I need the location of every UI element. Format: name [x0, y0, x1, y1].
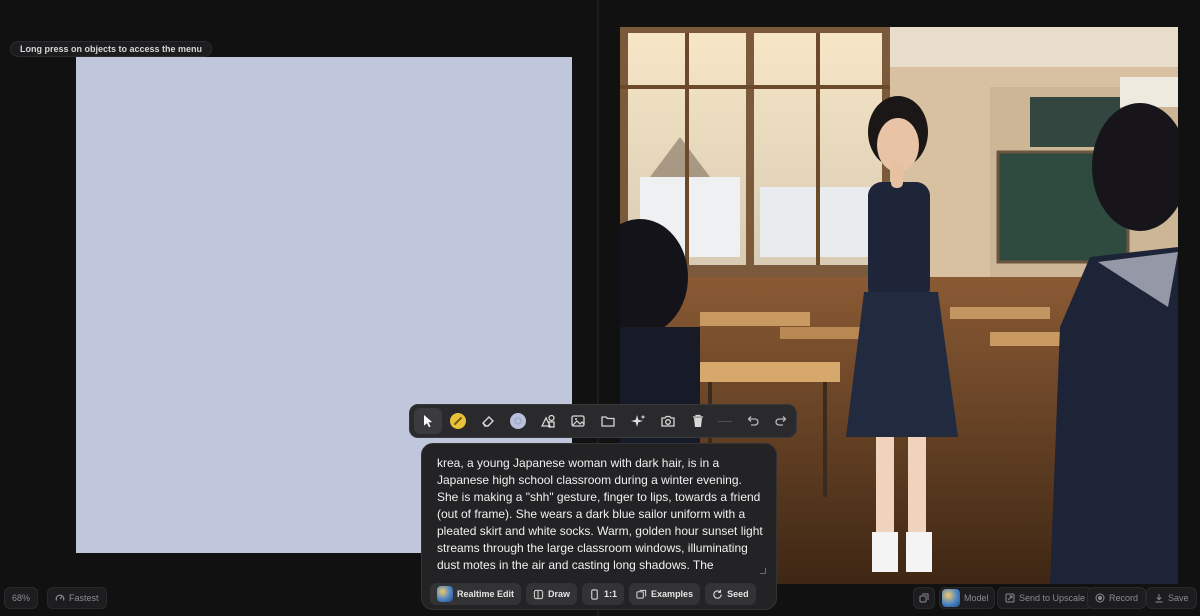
save-button[interactable]: Save	[1146, 587, 1197, 609]
realtime-edit-label: Realtime Edit	[457, 589, 515, 599]
shapes-icon	[540, 414, 555, 428]
record-button[interactable]: Record	[1087, 587, 1147, 609]
eraser-tool-button[interactable]	[474, 408, 502, 434]
prompt-panel: krea, a young Japanese woman with dark h…	[421, 443, 777, 610]
aspect-ratio-button[interactable]: 1:1	[582, 583, 625, 605]
redo-icon	[775, 416, 787, 426]
undo-button[interactable]	[738, 408, 766, 434]
upscale-icon	[1005, 593, 1015, 603]
canvas-toolbar	[409, 404, 797, 438]
draw-icon	[533, 589, 544, 599]
model-label: Model	[964, 593, 989, 603]
realtime-edit-button[interactable]: Realtime Edit	[430, 583, 522, 605]
speed-mode-button[interactable]: Fastest	[47, 587, 107, 609]
examples-label: Examples	[651, 589, 694, 599]
undo-icon	[747, 416, 759, 426]
camera-icon	[661, 415, 675, 427]
draw-label: Draw	[548, 589, 571, 599]
open-folder-button[interactable]	[594, 408, 622, 434]
color-picker-button[interactable]	[504, 408, 532, 434]
copy-image-button[interactable]	[913, 587, 935, 609]
examples-button[interactable]: Examples	[629, 583, 701, 605]
record-label: Record	[1109, 593, 1139, 603]
redo-button[interactable]	[768, 408, 796, 434]
shapes-tool-button[interactable]	[534, 408, 562, 434]
trash-icon	[693, 414, 703, 427]
eraser-icon	[482, 416, 494, 427]
zoom-level-label: 68%	[12, 593, 31, 603]
clear-canvas-button[interactable]	[684, 408, 712, 434]
image-icon	[571, 415, 585, 427]
speedometer-icon	[55, 594, 65, 601]
ai-enhance-button[interactable]	[624, 408, 652, 434]
resize-handle-icon[interactable]	[760, 568, 766, 574]
save-label: Save	[1168, 593, 1189, 603]
aspect-ratio-icon	[591, 588, 598, 600]
brush-icon	[450, 413, 466, 429]
send-to-upscale-button[interactable]: Send to Upscale	[997, 587, 1094, 609]
pointer-icon	[424, 415, 432, 428]
model-thumbnail-icon	[942, 589, 960, 607]
draw-mode-button[interactable]: Draw	[526, 583, 578, 605]
color-swatch-icon	[510, 413, 526, 429]
capture-button[interactable]	[654, 408, 682, 434]
image-upload-button[interactable]	[564, 408, 592, 434]
canvas-hint: Long press on objects to access the menu	[10, 41, 213, 57]
speed-mode-label: Fastest	[69, 593, 99, 603]
sparkles-icon	[631, 414, 646, 427]
refresh-icon	[713, 589, 722, 599]
zoom-level-button[interactable]: 68%	[4, 587, 39, 609]
prompt-textarea[interactable]: krea, a young Japanese woman with dark h…	[437, 455, 765, 575]
send-to-upscale-label: Send to Upscale	[1019, 593, 1086, 603]
prompt-actions: Realtime Edit Draw 1:1 Examples Seed	[430, 583, 756, 605]
brush-tool-button[interactable]	[444, 408, 472, 434]
pointer-tool-button[interactable]	[414, 408, 442, 434]
download-icon	[1155, 594, 1163, 603]
examples-icon	[636, 589, 647, 599]
seed-button[interactable]: Seed	[705, 583, 756, 605]
record-icon	[1095, 593, 1105, 603]
model-selector-button[interactable]: Model	[939, 587, 995, 609]
toolbar-separator	[718, 420, 732, 422]
copy-icon	[919, 593, 929, 603]
folder-icon	[601, 416, 615, 427]
aspect-ratio-label: 1:1	[604, 589, 618, 599]
model-thumbnail-icon	[437, 586, 453, 602]
seed-label: Seed	[727, 589, 749, 599]
